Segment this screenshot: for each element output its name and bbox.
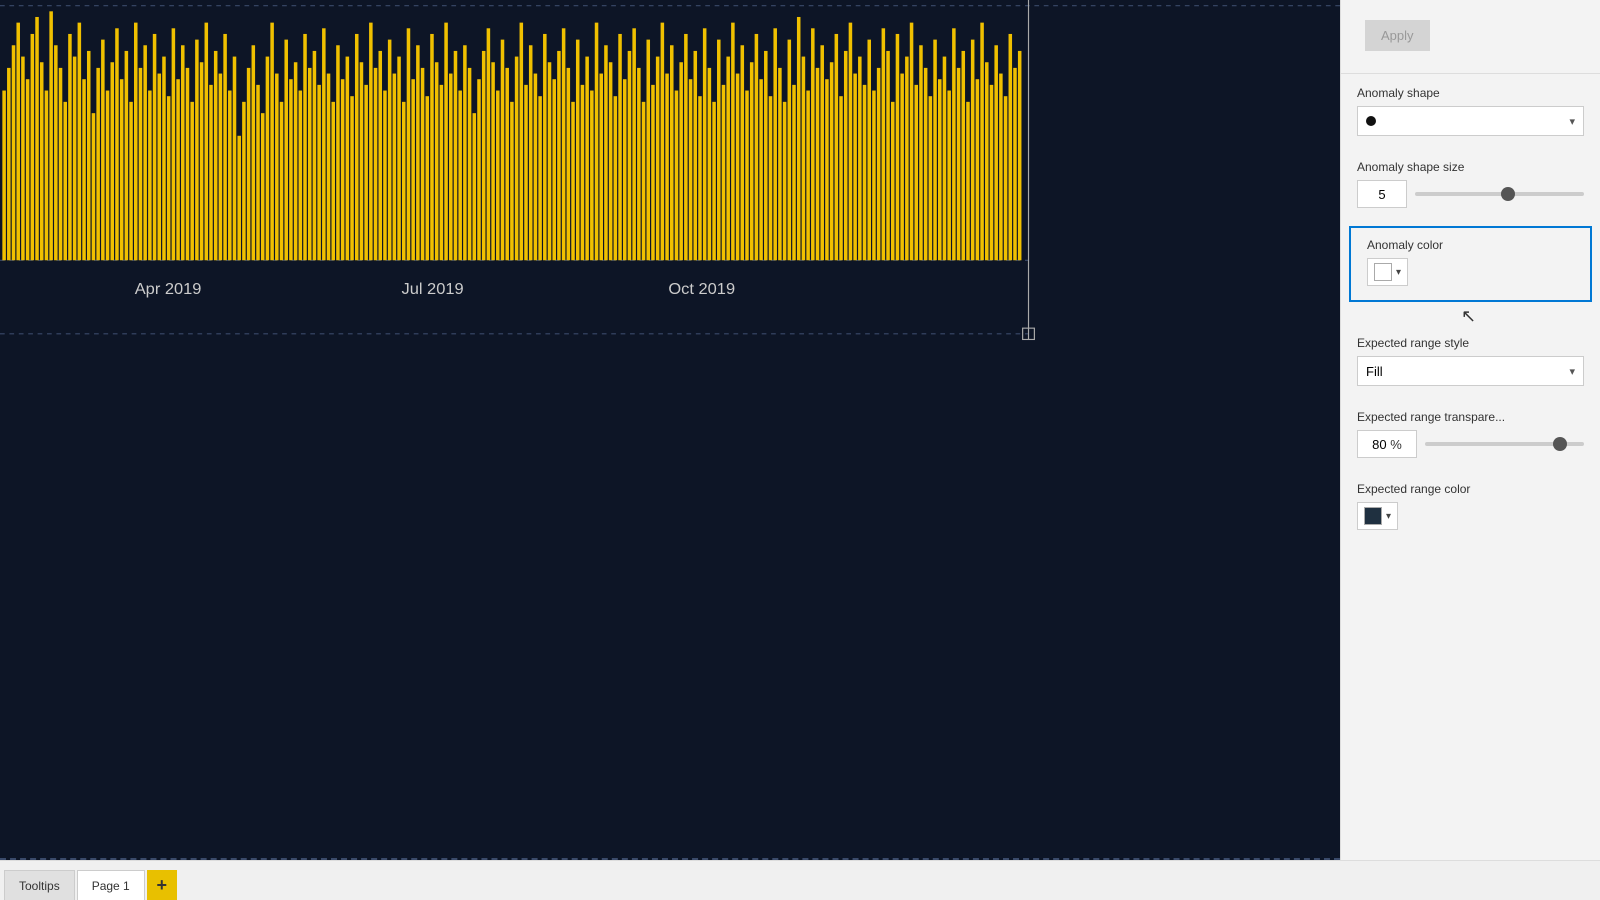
expected-range-transparency-track[interactable] xyxy=(1425,442,1584,446)
expected-range-transparency-section: Expected range transpare... 80 % xyxy=(1341,400,1600,472)
x-label-apr: Apr 2019 xyxy=(135,280,202,298)
anomaly-shape-size-input[interactable]: 5 xyxy=(1357,180,1407,208)
anomaly-color-section: Anomaly color ▾ xyxy=(1349,226,1592,302)
cursor-icon: ↖ xyxy=(1461,306,1476,326)
transparency-unit: % xyxy=(1390,437,1402,452)
anomaly-color-arrow-icon: ▾ xyxy=(1396,267,1401,278)
page1-tab[interactable]: Page 1 xyxy=(77,870,145,900)
anomaly-color-label: Anomaly color xyxy=(1367,238,1574,252)
anomaly-color-picker[interactable]: ▾ xyxy=(1367,258,1408,286)
anomaly-shape-size-track[interactable] xyxy=(1415,192,1584,196)
expected-range-transparency-slider-row: 80 % xyxy=(1357,430,1584,458)
bottom-tabs-bar: Tooltips Page 1 + xyxy=(0,860,1600,900)
right-panel: Apply Anomaly shape ▾ Anomaly shape size… xyxy=(1340,0,1600,860)
main-area: Apr 2019 Jul 2019 Oct 2019 Apply Anomaly… xyxy=(0,0,1600,860)
x-label-jul: Jul 2019 xyxy=(401,280,463,298)
expected-range-transparency-thumb[interactable] xyxy=(1553,437,1567,451)
tooltips-tab[interactable]: Tooltips xyxy=(4,870,75,900)
expected-range-transparency-input[interactable]: 80 % xyxy=(1357,430,1417,458)
apply-button[interactable]: Apply xyxy=(1365,20,1430,51)
anomaly-shape-size-slider-row: 5 xyxy=(1357,180,1584,208)
chart-svg: Apr 2019 Jul 2019 Oct 2019 xyxy=(0,0,1340,860)
anomaly-shape-size-label: Anomaly shape size xyxy=(1357,160,1584,174)
expected-range-color-label: Expected range color xyxy=(1357,482,1584,496)
anomaly-color-swatch xyxy=(1374,263,1392,281)
expected-range-color-swatch xyxy=(1364,507,1382,525)
expected-range-style-section: Expected range style Fill ▾ xyxy=(1341,326,1600,400)
anomaly-shape-size-thumb[interactable] xyxy=(1501,187,1515,201)
expected-range-transparency-label: Expected range transpare... xyxy=(1357,410,1584,424)
expected-range-style-value: Fill xyxy=(1366,364,1383,379)
x-label-oct: Oct 2019 xyxy=(668,280,735,298)
expected-range-style-label: Expected range style xyxy=(1357,336,1584,350)
anomaly-shape-label: Anomaly shape xyxy=(1357,86,1584,100)
expected-range-color-section: Expected range color ▾ xyxy=(1341,472,1600,544)
shape-dot-icon xyxy=(1366,116,1376,126)
expected-range-color-arrow-icon: ▾ xyxy=(1386,511,1391,522)
anomaly-shape-section: Anomaly shape ▾ xyxy=(1341,76,1600,150)
chart-container: Apr 2019 Jul 2019 Oct 2019 xyxy=(0,0,1340,860)
expected-range-color-picker[interactable]: ▾ xyxy=(1357,502,1398,530)
expected-range-style-dropdown[interactable]: Fill ▾ xyxy=(1357,356,1584,386)
anomaly-shape-size-section: Anomaly shape size 5 xyxy=(1341,150,1600,222)
anomaly-shape-dropdown[interactable]: ▾ xyxy=(1357,106,1584,136)
expected-range-style-arrow-icon: ▾ xyxy=(1569,365,1575,378)
cursor-area: ↖ xyxy=(1341,306,1600,326)
add-page-button[interactable]: + xyxy=(147,870,177,900)
anomaly-shape-arrow-icon: ▾ xyxy=(1569,115,1575,128)
